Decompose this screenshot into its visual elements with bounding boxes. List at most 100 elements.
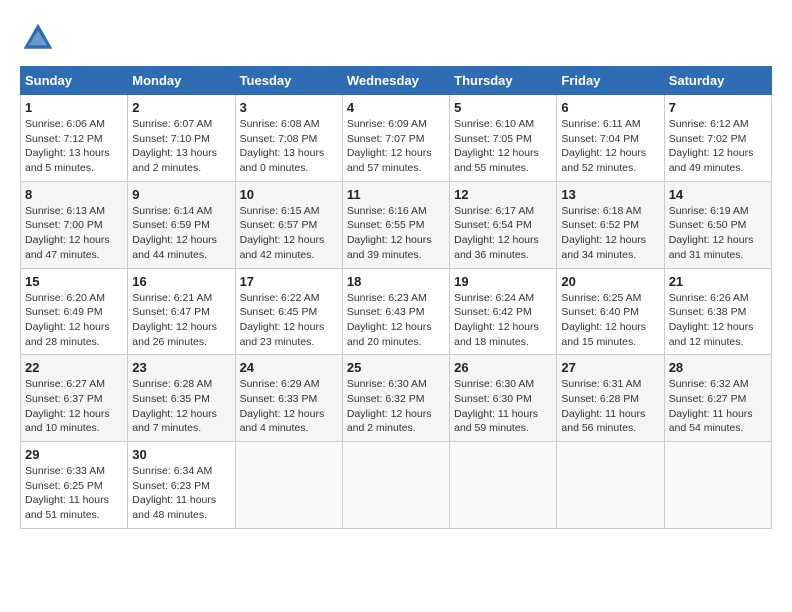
- calendar-week-row: 8Sunrise: 6:13 AMSunset: 7:00 PMDaylight…: [21, 181, 772, 268]
- calendar-week-row: 1 Sunrise: 6:06 AMSunset: 7:12 PMDaylight…: [21, 95, 772, 182]
- day-info: Sunrise: 6:27 AMSunset: 6:37 PMDaylight:…: [25, 377, 123, 436]
- day-number: 6: [561, 100, 659, 115]
- calendar-day-cell: 10 Sunrise: 6:15 AMSunset: 6:57 PMDayligh…: [235, 181, 342, 268]
- weekday-header: Wednesday: [342, 67, 449, 95]
- calendar-day-cell: 15Sunrise: 6:20 AMSunset: 6:49 PMDayligh…: [21, 268, 128, 355]
- day-info: Sunrise: 6:11 AMSunset: 7:04 PMDaylight:…: [561, 117, 659, 176]
- calendar-day-cell: 16 Sunrise: 6:21 AMSunset: 6:47 PMDayligh…: [128, 268, 235, 355]
- weekday-header: Friday: [557, 67, 664, 95]
- day-number: 21: [669, 274, 767, 289]
- calendar-day-cell: 11 Sunrise: 6:16 AMSunset: 6:55 PMDayligh…: [342, 181, 449, 268]
- calendar-week-row: 15Sunrise: 6:20 AMSunset: 6:49 PMDayligh…: [21, 268, 772, 355]
- calendar-day-cell: 4 Sunrise: 6:09 AMSunset: 7:07 PMDaylight…: [342, 95, 449, 182]
- day-info: Sunrise: 6:16 AMSunset: 6:55 PMDaylight:…: [347, 204, 445, 263]
- calendar-day-cell: 28 Sunrise: 6:32 AMSunset: 6:27 PMDayligh…: [664, 355, 771, 442]
- day-info: Sunrise: 6:19 AMSunset: 6:50 PMDaylight:…: [669, 204, 767, 263]
- calendar-day-cell: 25Sunrise: 6:30 AMSunset: 6:32 PMDayligh…: [342, 355, 449, 442]
- day-info: Sunrise: 6:29 AMSunset: 6:33 PMDaylight:…: [240, 377, 338, 436]
- day-number: 15: [25, 274, 123, 289]
- calendar-day-cell: 9 Sunrise: 6:14 AMSunset: 6:59 PMDaylight…: [128, 181, 235, 268]
- day-number: 20: [561, 274, 659, 289]
- day-info: Sunrise: 6:08 AMSunset: 7:08 PMDaylight:…: [240, 117, 338, 176]
- day-info: Sunrise: 6:06 AMSunset: 7:12 PMDaylight:…: [25, 117, 123, 176]
- calendar-day-cell: 21 Sunrise: 6:26 AMSunset: 6:38 PMDayligh…: [664, 268, 771, 355]
- day-info: Sunrise: 6:26 AMSunset: 6:38 PMDaylight:…: [669, 291, 767, 350]
- calendar-day-cell: 20Sunrise: 6:25 AMSunset: 6:40 PMDayligh…: [557, 268, 664, 355]
- calendar-day-cell: 29Sunrise: 6:33 AMSunset: 6:25 PMDayligh…: [21, 442, 128, 529]
- day-info: Sunrise: 6:17 AMSunset: 6:54 PMDaylight:…: [454, 204, 552, 263]
- day-info: Sunrise: 6:24 AMSunset: 6:42 PMDaylight:…: [454, 291, 552, 350]
- calendar-day-cell: 18 Sunrise: 6:23 AMSunset: 6:43 PMDayligh…: [342, 268, 449, 355]
- calendar-day-cell: 6 Sunrise: 6:11 AMSunset: 7:04 PMDaylight…: [557, 95, 664, 182]
- calendar-day-cell: [342, 442, 449, 529]
- day-number: 22: [25, 360, 123, 375]
- day-number: 24: [240, 360, 338, 375]
- calendar-day-cell: 26 Sunrise: 6:30 AMSunset: 6:30 PMDayligh…: [450, 355, 557, 442]
- calendar-day-cell: 23 Sunrise: 6:28 AMSunset: 6:35 PMDayligh…: [128, 355, 235, 442]
- calendar-day-cell: 12 Sunrise: 6:17 AMSunset: 6:54 PMDayligh…: [450, 181, 557, 268]
- day-number: 30: [132, 447, 230, 462]
- day-number: 25: [347, 360, 445, 375]
- calendar-week-row: 22 Sunrise: 6:27 AMSunset: 6:37 PMDayligh…: [21, 355, 772, 442]
- day-info: Sunrise: 6:21 AMSunset: 6:47 PMDaylight:…: [132, 291, 230, 350]
- day-number: 2: [132, 100, 230, 115]
- day-number: 17: [240, 274, 338, 289]
- day-number: 7: [669, 100, 767, 115]
- day-number: 27: [561, 360, 659, 375]
- day-info: Sunrise: 6:12 AMSunset: 7:02 PMDaylight:…: [669, 117, 767, 176]
- calendar-day-cell: 5 Sunrise: 6:10 AMSunset: 7:05 PMDaylight…: [450, 95, 557, 182]
- day-number: 10: [240, 187, 338, 202]
- weekday-header: Tuesday: [235, 67, 342, 95]
- calendar-day-cell: 3 Sunrise: 6:08 AMSunset: 7:08 PMDaylight…: [235, 95, 342, 182]
- calendar-day-cell: 17 Sunrise: 6:22 AMSunset: 6:45 PMDayligh…: [235, 268, 342, 355]
- logo: [20, 20, 62, 56]
- day-info: Sunrise: 6:09 AMSunset: 7:07 PMDaylight:…: [347, 117, 445, 176]
- day-info: Sunrise: 6:14 AMSunset: 6:59 PMDaylight:…: [132, 204, 230, 263]
- day-info: Sunrise: 6:10 AMSunset: 7:05 PMDaylight:…: [454, 117, 552, 176]
- day-number: 11: [347, 187, 445, 202]
- calendar-day-cell: 19 Sunrise: 6:24 AMSunset: 6:42 PMDayligh…: [450, 268, 557, 355]
- calendar-day-cell: 1 Sunrise: 6:06 AMSunset: 7:12 PMDaylight…: [21, 95, 128, 182]
- day-number: 18: [347, 274, 445, 289]
- day-number: 23: [132, 360, 230, 375]
- calendar-table: SundayMondayTuesdayWednesdayThursdayFrid…: [20, 66, 772, 529]
- day-info: Sunrise: 6:23 AMSunset: 6:43 PMDaylight:…: [347, 291, 445, 350]
- calendar-day-cell: 27 Sunrise: 6:31 AMSunset: 6:28 PMDayligh…: [557, 355, 664, 442]
- weekday-header: Sunday: [21, 67, 128, 95]
- calendar-day-cell: [557, 442, 664, 529]
- calendar-day-cell: 8Sunrise: 6:13 AMSunset: 7:00 PMDaylight…: [21, 181, 128, 268]
- calendar-day-cell: 13 Sunrise: 6:18 AMSunset: 6:52 PMDayligh…: [557, 181, 664, 268]
- weekday-header: Saturday: [664, 67, 771, 95]
- day-number: 29: [25, 447, 123, 462]
- calendar-day-cell: 14 Sunrise: 6:19 AMSunset: 6:50 PMDayligh…: [664, 181, 771, 268]
- day-info: Sunrise: 6:30 AMSunset: 6:30 PMDaylight:…: [454, 377, 552, 436]
- day-number: 4: [347, 100, 445, 115]
- day-number: 14: [669, 187, 767, 202]
- page-header: [20, 20, 772, 56]
- day-number: 19: [454, 274, 552, 289]
- day-number: 28: [669, 360, 767, 375]
- day-info: Sunrise: 6:34 AMSunset: 6:23 PMDaylight:…: [132, 464, 230, 523]
- calendar-day-cell: 2 Sunrise: 6:07 AMSunset: 7:10 PMDaylight…: [128, 95, 235, 182]
- day-number: 9: [132, 187, 230, 202]
- day-number: 16: [132, 274, 230, 289]
- day-number: 26: [454, 360, 552, 375]
- calendar-day-cell: [664, 442, 771, 529]
- calendar-day-cell: 24 Sunrise: 6:29 AMSunset: 6:33 PMDayligh…: [235, 355, 342, 442]
- day-info: Sunrise: 6:32 AMSunset: 6:27 PMDaylight:…: [669, 377, 767, 436]
- day-number: 12: [454, 187, 552, 202]
- day-number: 3: [240, 100, 338, 115]
- day-number: 5: [454, 100, 552, 115]
- day-info: Sunrise: 6:07 AMSunset: 7:10 PMDaylight:…: [132, 117, 230, 176]
- calendar-day-cell: 7 Sunrise: 6:12 AMSunset: 7:02 PMDaylight…: [664, 95, 771, 182]
- calendar-day-cell: 30 Sunrise: 6:34 AMSunset: 6:23 PMDayligh…: [128, 442, 235, 529]
- day-info: Sunrise: 6:31 AMSunset: 6:28 PMDaylight:…: [561, 377, 659, 436]
- day-info: Sunrise: 6:22 AMSunset: 6:45 PMDaylight:…: [240, 291, 338, 350]
- day-number: 1: [25, 100, 123, 115]
- day-info: Sunrise: 6:15 AMSunset: 6:57 PMDaylight:…: [240, 204, 338, 263]
- day-number: 13: [561, 187, 659, 202]
- day-info: Sunrise: 6:18 AMSunset: 6:52 PMDaylight:…: [561, 204, 659, 263]
- day-info: Sunrise: 6:28 AMSunset: 6:35 PMDaylight:…: [132, 377, 230, 436]
- weekday-header: Monday: [128, 67, 235, 95]
- weekday-header: Thursday: [450, 67, 557, 95]
